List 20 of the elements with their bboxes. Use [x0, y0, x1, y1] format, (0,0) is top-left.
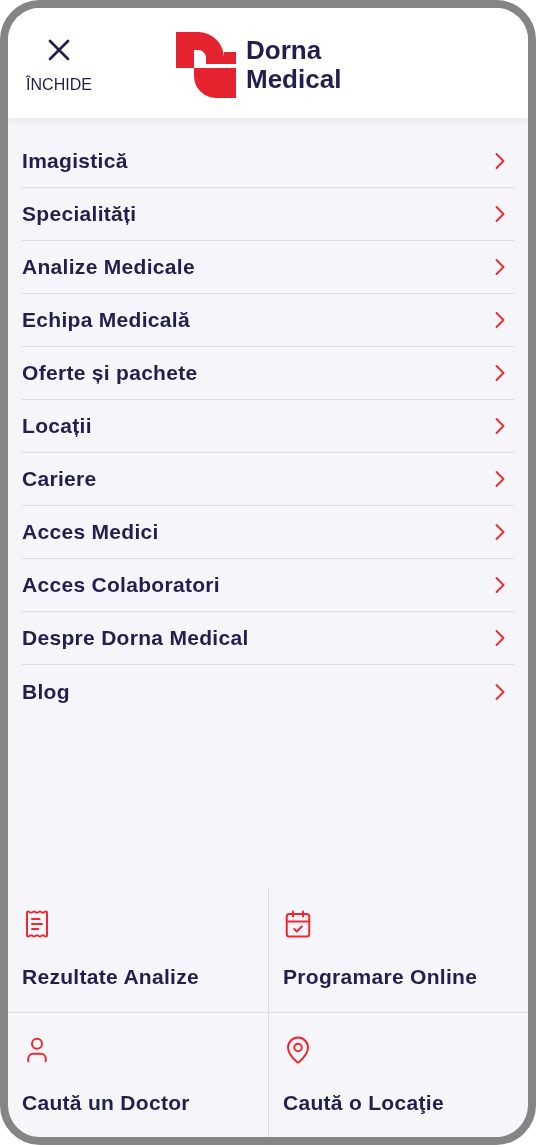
brand-name: Dorna — [246, 36, 323, 65]
menu-item[interactable]: Analize Medicale — [22, 241, 514, 294]
menu-item[interactable]: Acces Colaboratori — [22, 559, 514, 612]
close-button[interactable]: ÎNCHIDE — [20, 32, 98, 94]
calendar-check-icon — [283, 909, 313, 939]
shortcut-tile[interactable]: Programare Online — [268, 887, 528, 1012]
menu-item[interactable]: Despre Dorna Medical — [22, 612, 514, 665]
menu-item[interactable]: Specialități — [22, 188, 514, 241]
shortcut-tile[interactable]: Caută o Locaţie — [268, 1012, 528, 1137]
shortcut-tile[interactable]: Caută un Doctor — [8, 1012, 268, 1137]
menu-item[interactable]: Cariere — [22, 453, 514, 506]
menu-item[interactable]: Blog — [22, 665, 514, 718]
menu-item[interactable]: Imagistică — [22, 135, 514, 188]
menu-item[interactable]: Echipa Medicală — [22, 294, 514, 347]
brand-name: Medical — [246, 65, 342, 94]
menu-item[interactable]: Locații — [22, 400, 514, 453]
shortcut-tile[interactable]: Rezultate Analize — [8, 887, 268, 1012]
menu-item[interactable]: Oferte și pachete — [22, 347, 514, 400]
menu-item[interactable]: Acces Medici — [22, 506, 514, 559]
logo-icon — [176, 32, 236, 98]
